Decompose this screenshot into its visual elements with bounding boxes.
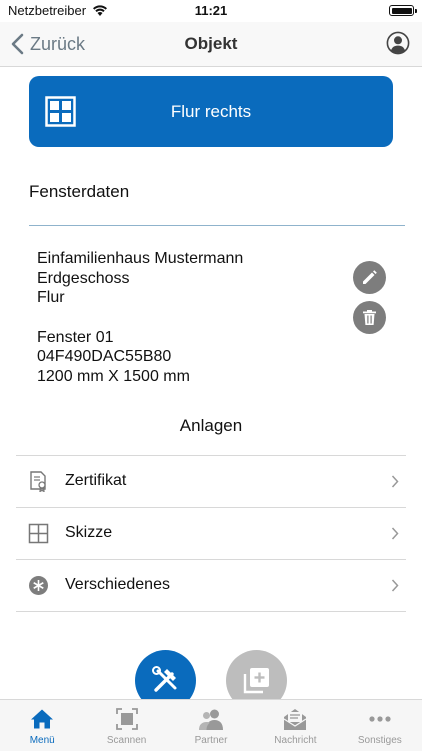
list-item-label: Verschiedenes [65,576,170,593]
window-name: Fenster 01 [37,328,114,346]
page-title: Objekt [184,34,238,53]
certificate-icon [30,471,46,492]
asterisk-icon [29,576,48,595]
attachments-title: Anlagen [179,416,243,435]
home-icon [31,709,54,729]
scan-icon [115,708,138,730]
object-header-card[interactable]: Flur rechts [29,76,393,147]
window-id: 04F490DAC55B80 [37,348,172,365]
tab-label: Scannen [106,735,147,746]
tab-label: Menü [29,735,55,746]
clock: 11:21 [194,3,228,18]
tab-more[interactable]: Sonstiges [338,700,422,751]
tab-label: Partner [194,735,228,746]
tab-menu[interactable]: Menü [0,700,84,751]
list-item-sketch[interactable]: Skizze [16,508,406,560]
message-icon [284,709,307,730]
building-name: Einfamilienhaus Mustermann [37,250,244,267]
sketch-grid-icon [28,523,49,544]
trash-icon [363,310,376,325]
tab-scan[interactable]: Scannen [84,700,168,751]
list-item-label: Skizze [65,524,113,541]
status-bar: Netzbetreiber 11:21 [0,0,422,22]
delete-button[interactable] [353,301,386,334]
battery-icon [389,5,417,16]
object-title: Flur rechts [170,102,252,121]
user-profile-icon[interactable] [386,31,410,55]
list-item-label: Zertifikat [65,472,127,489]
add-copy-icon [243,668,269,694]
navigation-bar: Zurück Objekt [0,22,422,67]
tab-partner[interactable]: Partner [169,700,253,751]
room-name: Flur [37,289,65,306]
section-title: Fensterdaten [29,182,130,201]
attachments-list: Zertifikat Skizze Verschiedenes [16,455,406,612]
edit-button[interactable] [353,261,386,294]
section-divider [29,225,405,226]
pencil-icon [363,270,377,284]
chevron-right-icon [391,579,399,592]
tab-label: Sonstiges [357,735,402,746]
tab-label: Nachricht [274,735,317,746]
tab-message[interactable]: Nachricht [253,700,337,751]
more-icon [369,716,391,722]
window-details: Einfamilienhaus Mustermann Erdgeschoss F… [37,249,243,386]
partner-icon [199,709,224,730]
hammer-wrench-icon [152,666,177,692]
window-dimensions: 1200 mm X 1500 mm [37,367,190,385]
chevron-right-icon [391,475,399,488]
chevron-right-icon [391,527,399,540]
floor-name: Erdgeschoss [37,269,130,287]
list-item-certificate[interactable]: Zertifikat [16,456,406,508]
list-item-miscellaneous[interactable]: Verschiedenes [16,560,406,612]
tab-bar: Menü Scannen Partner Nachricht Sonstiges [0,699,422,751]
